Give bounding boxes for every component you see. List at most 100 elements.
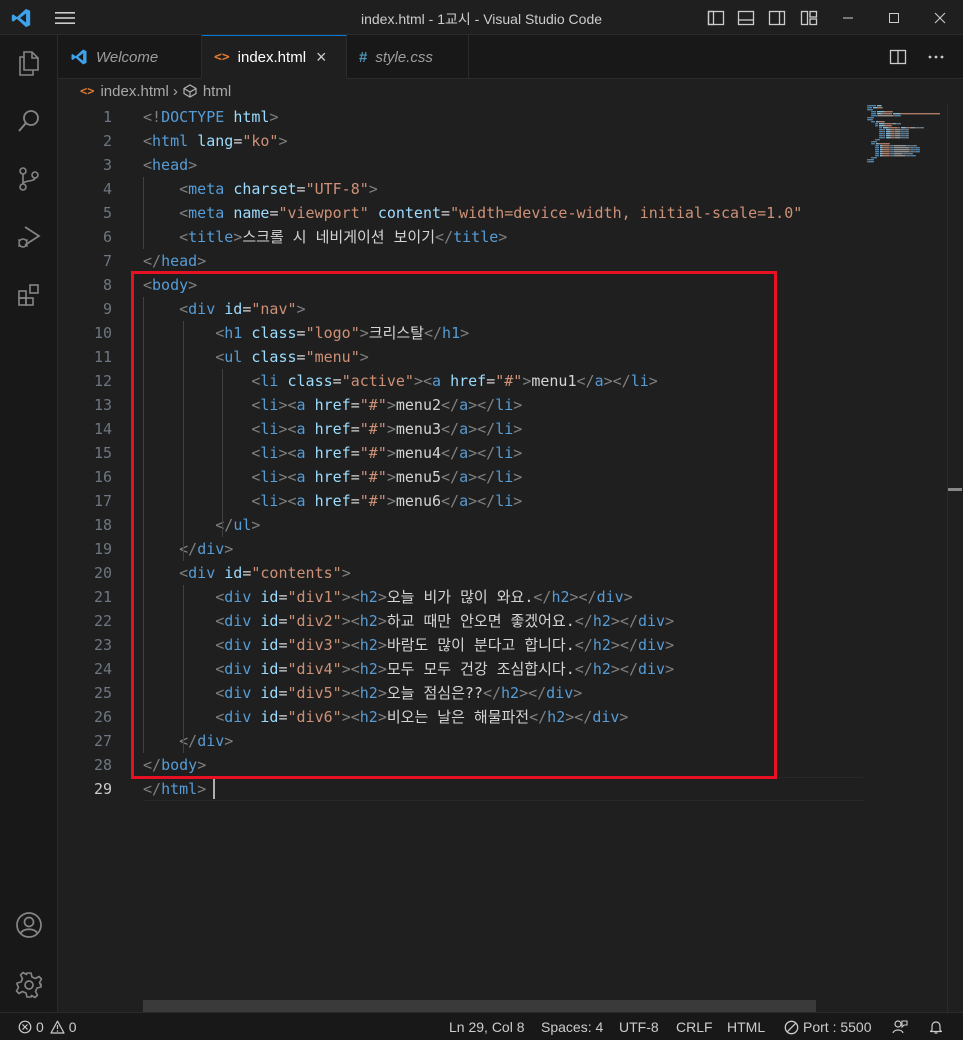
line-number[interactable]: 23 xyxy=(62,633,112,657)
line-number[interactable]: 11 xyxy=(62,345,112,369)
minimap-token xyxy=(876,145,879,147)
minimap-token xyxy=(879,139,880,141)
minimap[interactable] xyxy=(863,103,943,1012)
line-number[interactable]: 5 xyxy=(62,201,112,225)
vertical-scrollbar[interactable] xyxy=(947,103,962,1012)
cursor-position[interactable]: Ln 29, Col 8 xyxy=(449,1013,525,1040)
code-line[interactable]: <title>스크롤 시 네비게이션 보이기</title> xyxy=(143,225,507,249)
code-line[interactable]: </html> xyxy=(143,777,206,801)
code-attribute: name xyxy=(233,204,270,222)
accounts-button[interactable] xyxy=(0,901,58,949)
source-control-button[interactable] xyxy=(0,155,58,203)
line-number[interactable]: 10 xyxy=(62,321,112,345)
manage-button[interactable] xyxy=(0,961,58,1009)
minimap-token xyxy=(873,159,874,161)
line-number[interactable]: 21 xyxy=(62,585,112,609)
live-server-port[interactable]: Port : 5500 xyxy=(784,1013,872,1040)
tab-style-css[interactable]: # style.css xyxy=(347,35,469,79)
line-number[interactable]: 12 xyxy=(62,369,112,393)
menu-icon[interactable] xyxy=(54,10,76,26)
line-number[interactable]: 7 xyxy=(62,249,112,273)
toggle-panel-icon[interactable] xyxy=(736,8,756,28)
breadcrumb-file[interactable]: index.html xyxy=(100,83,168,100)
maximize-button[interactable] xyxy=(871,0,917,35)
encoding-setting[interactable]: UTF-8 xyxy=(619,1013,659,1040)
minimap-token xyxy=(895,133,900,135)
close-icon[interactable]: × xyxy=(316,47,327,68)
minimap-token xyxy=(875,145,876,147)
code-line[interactable]: <meta name="viewport" content="width=dev… xyxy=(143,201,802,225)
toggle-primary-sidebar-icon[interactable] xyxy=(706,8,726,28)
line-number[interactable]: 27 xyxy=(62,729,112,753)
line-number[interactable]: 19 xyxy=(62,537,112,561)
line-number[interactable]: 17 xyxy=(62,489,112,513)
indentation-setting[interactable]: Spaces: 4 xyxy=(541,1013,603,1040)
minimap-token xyxy=(909,149,911,151)
line-number[interactable]: 20 xyxy=(62,561,112,585)
split-editor-icon[interactable] xyxy=(889,48,907,66)
feedback-button[interactable] xyxy=(892,1013,908,1040)
line-number[interactable]: 8 xyxy=(62,273,112,297)
customize-layout-icon[interactable] xyxy=(799,8,819,28)
code-line[interactable]: </head> xyxy=(143,249,206,273)
line-number[interactable]: 9 xyxy=(62,297,112,321)
more-actions-icon[interactable] xyxy=(927,48,945,66)
line-number[interactable]: 6 xyxy=(62,225,112,249)
code-editor[interactable]: 1 2 3 4 5 6 7 8 9 10 11 12 13 14 15 16 17 18 19 20 21 22 23 24 2… xyxy=(58,103,963,1012)
line-number[interactable]: 28 xyxy=(62,753,112,777)
minimap-token xyxy=(903,131,906,133)
minimize-button[interactable] xyxy=(825,0,871,35)
code-line[interactable]: <head> xyxy=(143,153,197,177)
language-mode[interactable]: HTML xyxy=(727,1013,765,1040)
problems-indicator[interactable]: 0 0 xyxy=(18,1013,77,1040)
explorer-button[interactable] xyxy=(0,39,58,87)
toggle-secondary-sidebar-icon[interactable] xyxy=(767,8,787,28)
code-punctuation: > xyxy=(197,252,207,270)
line-number[interactable]: 2 xyxy=(62,129,112,153)
breadcrumb-symbol[interactable]: html xyxy=(203,83,231,100)
line-number[interactable]: 25 xyxy=(62,681,112,705)
minimap-token xyxy=(890,135,891,137)
minimap-token xyxy=(878,143,879,145)
minimap-token xyxy=(902,131,903,133)
minimap-token xyxy=(882,135,884,137)
line-number[interactable]: 29 xyxy=(62,777,112,801)
tab-welcome[interactable]: Welcome xyxy=(58,35,202,79)
line-number[interactable]: 14 xyxy=(62,417,112,441)
line-number[interactable]: 3 xyxy=(62,153,112,177)
minimap-token xyxy=(882,155,883,157)
code-line[interactable]: <html lang="ko"> xyxy=(143,129,288,153)
minimap-token xyxy=(868,119,872,121)
minimap-token xyxy=(867,159,869,161)
extensions-button[interactable] xyxy=(0,271,58,319)
code-line[interactable]: <meta charset="UTF-8"> xyxy=(143,177,378,201)
minimap-token xyxy=(879,129,880,131)
code-punctuation: < xyxy=(179,180,189,198)
line-number[interactable]: 22 xyxy=(62,609,112,633)
search-button[interactable] xyxy=(0,97,58,145)
vscode-logo-icon[interactable] xyxy=(10,7,32,29)
minimap-token xyxy=(880,151,882,153)
run-debug-button[interactable] xyxy=(0,213,58,261)
eol-setting[interactable]: CRLF xyxy=(676,1013,713,1040)
minimap-token xyxy=(893,153,894,155)
line-number[interactable]: 1 xyxy=(62,105,112,129)
line-number[interactable]: 4 xyxy=(62,177,112,201)
minimap-token xyxy=(889,147,891,149)
close-window-button[interactable] xyxy=(917,0,963,35)
notifications-button[interactable] xyxy=(928,1013,944,1040)
line-number[interactable]: 13 xyxy=(62,393,112,417)
line-number[interactable]: 24 xyxy=(62,657,112,681)
line-number[interactable]: 26 xyxy=(62,705,112,729)
line-number[interactable]: 16 xyxy=(62,465,112,489)
minimap-token xyxy=(871,113,872,115)
minimap-token xyxy=(913,151,916,153)
line-number[interactable]: 15 xyxy=(62,441,112,465)
tab-index-html[interactable]: <> index.html × xyxy=(202,35,347,79)
line-number[interactable]: 18 xyxy=(62,513,112,537)
horizontal-scrollbar[interactable] xyxy=(143,1000,816,1012)
code-line[interactable]: <!DOCTYPE html> xyxy=(143,105,278,129)
minimap-token xyxy=(889,127,897,129)
minimap-token xyxy=(916,147,919,149)
